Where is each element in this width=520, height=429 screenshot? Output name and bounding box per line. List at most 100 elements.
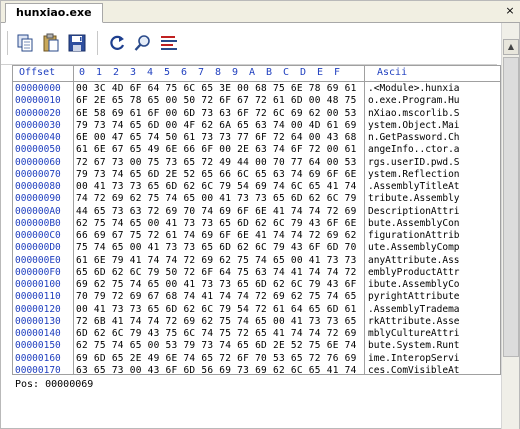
row-hex[interactable]: 70 79 72 69 67 68 74 41 74 74 72 69 62 7…	[76, 291, 357, 303]
row-hex[interactable]: 00 41 73 73 65 6D 62 6C 79 54 72 61 64 6…	[76, 304, 357, 316]
pos-label: Pos:	[15, 379, 40, 390]
toolbar	[1, 23, 497, 65]
refresh-button[interactable]	[107, 33, 127, 53]
row-hex[interactable]: 72 67 73 00 75 73 65 72 49 44 00 70 77 6…	[76, 157, 357, 169]
table-row[interactable]: 00000160 69 6D 65 2E 49 6E 74 65 72 6F 70…	[13, 353, 500, 365]
col-header: A	[249, 67, 256, 78]
row-hex[interactable]: 63 65 73 00 43 6F 6D 56 69 73 69 62 6C 6…	[76, 365, 357, 377]
row-ascii[interactable]: o.exe.Program.Hu	[368, 95, 460, 107]
row-hex[interactable]: 61 6E 67 65 49 6E 66 6F 00 2E 63 74 6F 7…	[76, 144, 357, 156]
hex-grid[interactable]: Offset 0 1 2 3 4 5 6 7 8 9 A B C D E F A…	[12, 65, 501, 377]
row-ascii[interactable]: anyAttribute.Ass	[368, 255, 460, 267]
row-hex[interactable]: 00 3C 4D 6F 64 75 6C 65 3E 00 68 75 6E 7…	[76, 83, 357, 95]
row-hex[interactable]: 6E 00 47 65 74 50 61 73 73 77 6F 72 64 0…	[76, 132, 357, 144]
table-row[interactable]: 00000110 70 79 72 69 67 68 74 41 74 74 72…	[13, 291, 500, 303]
row-hex[interactable]: 00 41 73 73 65 6D 62 6C 79 54 69 74 6C 6…	[76, 181, 357, 193]
row-hex[interactable]: 44 65 73 63 72 69 70 74 69 6F 6E 41 74 7…	[76, 206, 357, 218]
table-row[interactable]: 00000100 69 62 75 74 65 00 41 73 73 65 6D…	[13, 279, 500, 291]
row-hex[interactable]: 79 73 74 65 6D 00 4F 62 6A 65 63 74 00 4…	[76, 120, 357, 132]
row-ascii[interactable]: rkAttribute.Asse	[368, 316, 460, 328]
row-hex[interactable]: 61 6E 79 41 74 74 72 69 62 75 74 65 00 4…	[76, 255, 357, 267]
table-row[interactable]: 00000140 6D 62 6C 79 43 75 6C 74 75 72 65…	[13, 328, 500, 340]
row-ascii[interactable]: .<Module>.hunxia	[368, 83, 460, 95]
table-row[interactable]: 00000040 6E 00 47 65 74 50 61 73 73 77 6F…	[13, 132, 500, 144]
table-row[interactable]: 00000050 61 6E 67 65 49 6E 66 6F 00 2E 63…	[13, 144, 500, 156]
row-ascii[interactable]: tribute.Assembly	[368, 193, 460, 205]
row-hex[interactable]: 66 69 67 75 72 61 74 69 6F 6E 41 74 74 7…	[76, 230, 357, 242]
hex-editor-window: hunxiao.exe × ▲ Offset 0 1 2 3 4 5 6 7 8…	[0, 0, 520, 429]
table-row[interactable]: 00000000 00 3C 4D 6F 64 75 6C 65 3E 00 68…	[13, 83, 500, 95]
table-row[interactable]: 00000070 79 73 74 65 6D 2E 52 65 66 6C 65…	[13, 169, 500, 181]
table-row[interactable]: 000000E0 61 6E 79 41 74 74 72 69 62 75 74…	[13, 255, 500, 267]
row-offset: 000000C0	[15, 230, 61, 241]
tab-hunxiao-exe[interactable]: hunxiao.exe	[5, 3, 103, 23]
vertical-scrollbar[interactable]: ▲	[501, 23, 519, 429]
row-ascii[interactable]: .AssemblyTitleAt	[368, 181, 460, 193]
table-row[interactable]: 00000020 6E 58 69 61 6F 00 6D 73 63 6F 72…	[13, 108, 500, 120]
save-button[interactable]	[67, 33, 87, 53]
pos-value: 00000069	[45, 379, 94, 390]
row-ascii[interactable]: angeInfo..ctor.a	[368, 144, 460, 156]
table-row[interactable]: 00000060 72 67 73 00 75 73 65 72 49 44 00…	[13, 157, 500, 169]
row-offset: 00000170	[15, 364, 61, 376]
copy-button[interactable]	[15, 33, 35, 53]
row-hex[interactable]: 62 75 74 65 00 41 73 73 65 6D 62 6C 79 4…	[76, 218, 357, 230]
table-row[interactable]: 00000080 00 41 73 73 65 6D 62 6C 79 54 69…	[13, 181, 500, 193]
table-row[interactable]: 00000150 62 75 74 65 00 53 79 73 74 65 6D…	[13, 340, 500, 352]
table-row[interactable]: 00000010 6F 2E 65 78 65 00 50 72 6F 67 72…	[13, 95, 500, 107]
row-offset: 000000E0	[15, 254, 61, 266]
row-hex[interactable]: 65 6D 62 6C 79 50 72 6F 64 75 63 74 41 7…	[76, 267, 357, 279]
row-ascii[interactable]: rgs.userID.pwd.S	[368, 157, 460, 169]
row-ascii[interactable]: pyrightAttribute	[368, 291, 460, 303]
row-hex[interactable]: 6D 62 6C 79 43 75 6C 74 75 72 65 41 74 7…	[76, 328, 357, 340]
scroll-up-icon[interactable]: ▲	[503, 39, 519, 55]
col-header: 6	[181, 67, 188, 78]
row-ascii[interactable]: ime.InteropServi	[368, 353, 460, 365]
table-row[interactable]: 00000120 00 41 73 73 65 6D 62 6C 79 54 72…	[13, 304, 500, 316]
row-ascii[interactable]: DescriptionAttri	[368, 206, 460, 218]
search-button[interactable]	[133, 33, 153, 53]
hex-view-button[interactable]	[159, 33, 179, 53]
table-row[interactable]: 000000F0 65 6D 62 6C 79 50 72 6F 64 75 63…	[13, 267, 500, 279]
col-header: 2	[113, 67, 120, 78]
row-offset: 000000D0	[15, 242, 61, 254]
row-ascii[interactable]: ystem.Reflection	[368, 169, 460, 181]
row-hex[interactable]: 69 6D 65 2E 49 6E 74 65 72 6F 70 53 65 7…	[76, 353, 357, 365]
col-header: 0	[79, 67, 86, 78]
row-ascii[interactable]: nXiao.mscorlib.S	[368, 108, 460, 120]
table-row[interactable]: 00000030 79 73 74 65 6D 00 4F 62 6A 65 63…	[13, 120, 500, 132]
row-hex[interactable]: 74 72 69 62 75 74 65 00 41 73 73 65 6D 6…	[76, 193, 357, 205]
table-row[interactable]: 00000090 74 72 69 62 75 74 65 00 41 73 73…	[13, 193, 500, 205]
row-offset: 00000100	[15, 279, 61, 290]
row-ascii[interactable]: bute.AssemblyCon	[368, 218, 460, 230]
row-ascii[interactable]: n.GetPassword.Ch	[368, 132, 460, 144]
table-row[interactable]: 000000C0 66 69 67 75 72 61 74 69 6F 6E 41…	[13, 230, 500, 242]
row-hex[interactable]: 79 73 74 65 6D 2E 52 65 66 6C 65 63 74 6…	[76, 169, 357, 181]
row-ascii[interactable]: mblyCultureAttri	[368, 328, 460, 340]
col-header: 1	[96, 67, 103, 78]
row-offset: 00000070	[15, 168, 61, 180]
table-row[interactable]: 00000130 72 6B 41 74 74 72 69 62 75 74 65…	[13, 316, 500, 328]
row-hex[interactable]: 6E 58 69 61 6F 00 6D 73 63 6F 72 6C 69 6…	[76, 108, 357, 120]
table-row[interactable]: 000000B0 62 75 74 65 00 41 73 73 65 6D 62…	[13, 218, 500, 230]
row-ascii[interactable]: bute.System.Runt	[368, 340, 460, 352]
row-hex[interactable]: 6F 2E 65 78 65 00 50 72 6F 67 72 61 6D 0…	[76, 95, 357, 107]
row-ascii[interactable]: figurationAttrib	[368, 230, 460, 242]
close-icon[interactable]: ×	[503, 4, 517, 18]
table-row[interactable]: 000000A0 44 65 73 63 72 69 70 74 69 6F 6E…	[13, 206, 500, 218]
table-row[interactable]: 00000170 63 65 73 00 43 6F 6D 56 69 73 69…	[13, 365, 500, 377]
table-row[interactable]: 000000D0 75 74 65 00 41 73 73 65 6D 62 6C…	[13, 242, 500, 254]
row-hex[interactable]: 69 62 75 74 65 00 41 73 73 65 6D 62 6C 7…	[76, 279, 357, 291]
row-ascii[interactable]: ute.AssemblyComp	[368, 242, 460, 254]
row-ascii[interactable]: ystem.Object.Mai	[368, 120, 460, 132]
row-ascii[interactable]: emblyProductAttr	[368, 267, 460, 279]
row-ascii[interactable]: ces.ComVisibleAt	[368, 365, 460, 377]
row-ascii[interactable]: ibute.AssemblyCo	[368, 279, 460, 291]
row-hex[interactable]: 72 6B 41 74 74 72 69 62 75 74 65 00 41 7…	[76, 316, 357, 328]
paste-button[interactable]	[41, 33, 61, 53]
paste-icon	[43, 33, 59, 52]
row-hex[interactable]: 62 75 74 65 00 53 79 73 74 65 6D 2E 52 7…	[76, 340, 357, 352]
scrollbar-thumb[interactable]	[503, 57, 519, 357]
row-ascii[interactable]: .AssemblyTradema	[368, 304, 460, 316]
row-hex[interactable]: 75 74 65 00 41 73 73 65 6D 62 6C 79 43 6…	[76, 242, 357, 254]
